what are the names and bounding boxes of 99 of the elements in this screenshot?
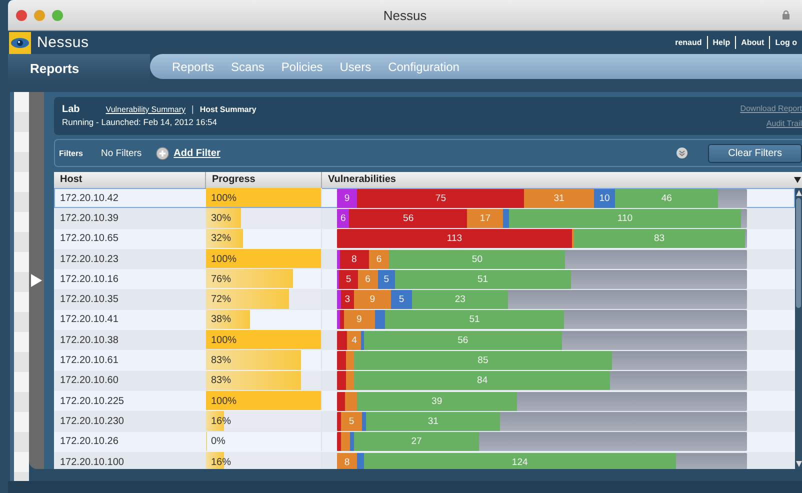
vulnerability-count: 31 [554, 192, 564, 204]
host-cell-text: 172.20.10.225 [59, 394, 125, 409]
column-header[interactable]: Vulnerabilities [322, 172, 792, 188]
user-menu-link[interactable]: About [735, 36, 770, 49]
scan-status: Running - Launched: Feb 14, 2012 16:54 [62, 117, 218, 129]
table-row[interactable]: 172.20.10.26 0% 27 [54, 432, 795, 452]
progress-text: 100% [210, 254, 237, 265]
expand-arrow-icon[interactable] [31, 274, 42, 287]
vulnerability-count: 5 [346, 274, 352, 285]
lock-icon [782, 10, 790, 20]
vulnerability-count: 46 [661, 192, 672, 204]
add-filter-link[interactable]: Add Filter [174, 148, 220, 158]
host-cell-text: 172.20.10.41 [59, 313, 120, 328]
vulnerability-count: 5 [348, 416, 354, 427]
scrollbar[interactable] [795, 188, 802, 469]
table-row[interactable]: 172.20.10.23 100% 8 6 50 [54, 248, 795, 270]
progress-text: 38% [210, 314, 232, 326]
host-cell-text: 172.20.10.42 [59, 192, 120, 206]
vulnerability-count: 6 [376, 254, 382, 265]
host-cell-text: 172.20.10.60 [59, 374, 120, 388]
progress-text: 100% [210, 334, 237, 346]
user-menu-link[interactable]: Log o [769, 36, 802, 49]
vulnerability-count: 6 [340, 212, 346, 224]
host-cell-text: 172.20.10.26 [59, 435, 120, 450]
host-cell-text: 172.20.10.61 [59, 354, 120, 368]
host-cell-text: 172.20.10.23 [59, 252, 120, 267]
vulnerability-count: 9 [370, 294, 376, 306]
chevron-down-icon[interactable] [676, 147, 688, 159]
table-row[interactable]: 172.20.10.65 32% 113 83 [54, 228, 795, 249]
vulnerability-count: 113 [446, 233, 462, 244]
table-row[interactable]: 172.20.10.42 100% 9 75 31 10 46 [54, 188, 795, 208]
section-title: Reports [30, 60, 80, 76]
separator-text: | [192, 104, 194, 114]
vulnerability-count: 5 [398, 294, 404, 306]
vulnerability-count: 4 [352, 334, 357, 346]
host-cell-text: 172.20.10.38 [59, 334, 120, 348]
window-title: Nessus [383, 8, 427, 22]
plus-icon[interactable] [156, 146, 169, 160]
vulnerability-count: 9 [344, 192, 350, 204]
host-cell-text: 172.20.10.16 [59, 272, 120, 287]
progress-text: 0% [210, 436, 226, 448]
vulnerability-count: 83 [654, 233, 665, 244]
view-link[interactable]: Host Summary [200, 104, 256, 114]
table-row[interactable]: 172.20.10.16 76% 5 6 5 51 [54, 269, 795, 290]
vulnerability-count: 17 [480, 212, 490, 224]
vulnerability-count: 51 [469, 314, 480, 326]
vulnerability-count: 56 [403, 212, 414, 224]
host-cell-text: 172.20.10.35 [59, 293, 120, 308]
close-icon[interactable] [16, 10, 27, 20]
vulnerability-count: 51 [477, 274, 488, 285]
table-row[interactable]: 172.20.10.60 83% 84 [54, 370, 795, 391]
vulnerability-count: 9 [356, 314, 362, 326]
vulnerability-count: 8 [352, 254, 357, 265]
table-row[interactable]: 172.20.10.38 100% 4 56 [54, 330, 795, 350]
progress-text: 83% [210, 375, 232, 386]
table-row[interactable]: 172.20.10.39 30% 6 56 17 110 [54, 208, 795, 229]
vulnerability-count: 31 [428, 416, 438, 427]
filters-value: No Filters [101, 148, 142, 158]
vulnerability-count: 27 [411, 436, 422, 448]
progress-text: 100% [210, 396, 237, 407]
vulnerability-count: 85 [478, 355, 488, 366]
dropdown-arrow-icon[interactable] [794, 177, 800, 183]
host-cell-text: 172.20.10.65 [59, 232, 120, 246]
progress-text: 76% [210, 274, 232, 285]
table-row[interactable]: 172.20.10.35 72% 3 9 5 23 [54, 289, 795, 310]
vulnerability-count: 56 [458, 334, 468, 346]
collapse-handle[interactable] [29, 92, 44, 469]
vulnerability-count: 124 [512, 456, 528, 468]
user-menu-link[interactable]: Help [706, 36, 736, 49]
scroll-down-icon[interactable] [796, 461, 802, 467]
vulnerability-count: 110 [617, 212, 633, 224]
brand-name: Nessus [37, 34, 89, 51]
vulnerability-count: 10 [599, 192, 610, 204]
vulnerability-count: 84 [477, 375, 488, 386]
table-row[interactable]: 172.20.10.225 100% 39 [54, 390, 795, 412]
scrollbar-thumb[interactable] [796, 198, 801, 308]
host-cell-text: 172.20.10.39 [59, 212, 120, 226]
progress-text: 30% [210, 212, 232, 224]
vulnerability-count: 50 [472, 254, 482, 265]
vulnerability-count: 75 [435, 192, 446, 204]
vulnerability-count: 39 [432, 396, 442, 407]
host-cell-text: 172.20.10.230 [59, 414, 125, 429]
scroll-up-icon[interactable] [796, 190, 802, 196]
progress-text: 32% [210, 233, 232, 244]
filters-label: Filters [59, 148, 84, 158]
vulnerability-count: 23 [454, 294, 466, 306]
vulnerability-count: 3 [344, 294, 350, 306]
user-menu-link[interactable]: renaud [670, 36, 707, 49]
host-cell-text: 172.20.10.100 [59, 456, 125, 469]
vulnerability-count: 5 [384, 274, 390, 285]
view-link[interactable]: Vulnerability Summary [106, 104, 186, 114]
eye-logo-icon [9, 32, 31, 54]
progress-text: 83% [210, 355, 232, 366]
clear-filters-button[interactable]: Clear Filters [708, 144, 802, 162]
vulnerability-count: 6 [365, 274, 370, 285]
vulnerability-count: 8 [344, 456, 350, 468]
report-name: Lab [62, 104, 80, 114]
progress-text: 100% [210, 192, 237, 204]
progress-text: 72% [210, 294, 232, 306]
